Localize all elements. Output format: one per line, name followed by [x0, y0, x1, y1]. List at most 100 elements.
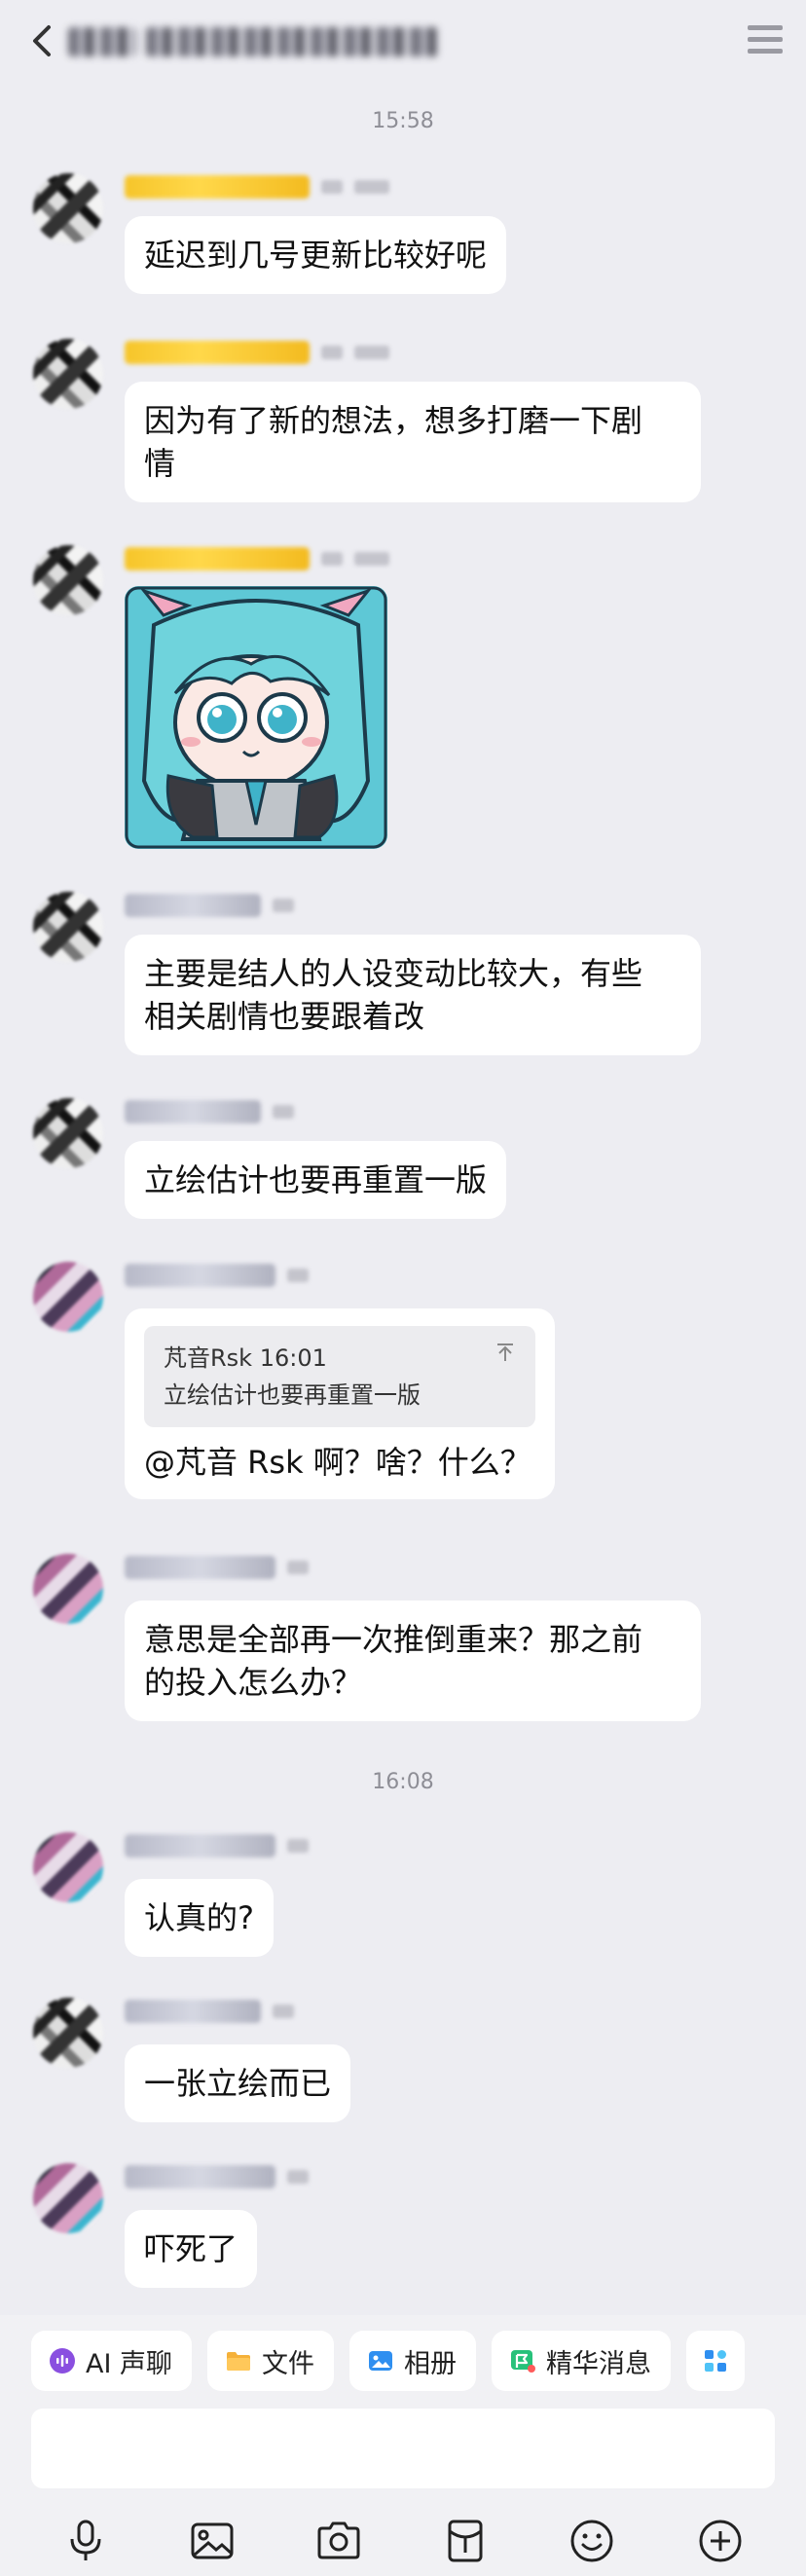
emoji-icon [570, 2520, 613, 2562]
message-text: 吓死了 [144, 2230, 238, 2267]
sender-title-badge[interactable] [125, 175, 310, 199]
message-text-line: 因为有了新的想法，想多打磨一下剧 [144, 402, 643, 439]
message-bubble[interactable]: 一张立绘而已 [125, 2044, 351, 2122]
chat-header [0, 0, 806, 82]
sender-meta [125, 1832, 309, 1859]
sender-level [273, 1105, 294, 1119]
voice-button[interactable] [60, 2516, 111, 2566]
album-button[interactable]: 相册 [349, 2331, 477, 2391]
album-icon [369, 2351, 393, 2371]
chip-label: 精华消息 [546, 2348, 652, 2379]
apps-grid-icon [705, 2350, 727, 2372]
avatar[interactable] [33, 1554, 103, 1624]
sender-meta [125, 1262, 309, 1289]
back-button[interactable] [23, 19, 62, 62]
sender-meta [125, 2163, 309, 2190]
red-packet-icon [448, 2520, 483, 2562]
title-blurred-name [146, 27, 438, 56]
sender-level [321, 552, 343, 566]
sender-meta [125, 173, 389, 201]
image-message[interactable] [125, 586, 387, 849]
plus-circle-icon [699, 2520, 742, 2562]
message-bubble[interactable]: 延迟到几号更新比较好呢 [125, 216, 507, 294]
message-input[interactable] [31, 2409, 775, 2488]
sender-name[interactable] [125, 1834, 275, 1858]
message-text-line: 意思是全部再一次推倒重来？那之前 [144, 1621, 643, 1658]
sender-meta [125, 1998, 294, 2025]
ai-voice-chat-button[interactable]: AI 声聊 [31, 2331, 193, 2391]
avatar[interactable] [33, 2163, 103, 2233]
sender-level [287, 1839, 309, 1853]
sender-meta [125, 1554, 309, 1581]
time-divider: 15:58 [372, 109, 434, 133]
avatar[interactable] [33, 545, 103, 615]
quote-text: 立绘估计也要再重置一版 [164, 1381, 421, 1409]
more-apps-button[interactable] [686, 2331, 746, 2391]
camera-button[interactable] [313, 2516, 364, 2566]
sender-level [321, 180, 343, 194]
red-packet-button[interactable] [440, 2516, 491, 2566]
sender-name[interactable] [125, 2000, 261, 2023]
message-bubble[interactable]: 立绘估计也要再重置一版 [125, 1141, 507, 1219]
image-button[interactable] [187, 2516, 238, 2566]
message-bubble[interactable]: 芃音Rsk 16:01 立绘估计也要再重置一版 @芃音 Rsk 啊？啥？什么？ [125, 1308, 555, 1499]
message-bubble[interactable]: 吓死了 [125, 2210, 258, 2288]
avatar[interactable] [33, 1262, 103, 1332]
sender-level [287, 1269, 309, 1282]
avatar[interactable] [33, 1098, 103, 1168]
sender-level [273, 2005, 294, 2018]
sender-meta [125, 1098, 294, 1125]
sender-title-badge[interactable] [125, 547, 310, 570]
menu-button[interactable] [748, 25, 783, 56]
essence-flag-icon [511, 2350, 536, 2373]
anime-sticker-image [125, 586, 387, 849]
quoted-message[interactable]: 芃音Rsk 16:01 立绘估计也要再重置一版 [144, 1326, 535, 1427]
message-text: 立绘估计也要再重置一版 [144, 1161, 488, 1198]
ai-voice-icon [50, 2348, 75, 2374]
message-text-line: 相关剧情也要跟着改 [144, 998, 425, 1035]
quick-actions: AI 声聊 文件 相册 精华消息 [31, 2331, 746, 2391]
sender-meta [125, 545, 389, 572]
file-button[interactable]: 文件 [207, 2331, 335, 2391]
folder-icon [227, 2352, 251, 2371]
message-bubble[interactable]: 意思是全部再一次推倒重来？那之前 的投入怎么办？ [125, 1601, 701, 1721]
chip-label: 文件 [262, 2348, 315, 2379]
sender-name[interactable] [125, 1100, 261, 1123]
message-bubble[interactable]: 因为有了新的想法，想多打磨一下剧 情 [125, 382, 701, 502]
message-bubble[interactable]: 认真的? [125, 1879, 274, 1957]
chip-label: 相册 [404, 2348, 458, 2379]
more-button[interactable] [695, 2516, 746, 2566]
message-text: 认真的? [144, 1899, 254, 1936]
message-bubble[interactable]: 主要是结人的人设变动比较大，有些 相关剧情也要跟着改 [125, 935, 701, 1055]
essence-messages-button[interactable]: 精华消息 [492, 2331, 672, 2391]
quote-header: 芃音Rsk 16:01 [164, 1344, 327, 1372]
avatar[interactable] [33, 339, 103, 409]
sender-name[interactable] [125, 894, 261, 917]
avatar[interactable] [33, 892, 103, 962]
sender-name [354, 552, 389, 566]
sender-name[interactable] [125, 1556, 275, 1579]
time-divider: 16:08 [372, 1770, 434, 1794]
avatar[interactable] [33, 1832, 103, 1902]
emoji-button[interactable] [567, 2516, 617, 2566]
bottom-toolbar [0, 2506, 806, 2576]
chevron-left-icon [33, 25, 51, 56]
sender-level [321, 346, 343, 359]
input-panel: AI 声聊 文件 相册 精华消息 [0, 2315, 806, 2576]
sender-meta [125, 892, 294, 919]
chip-label: AI 声聊 [86, 2348, 173, 2379]
image-icon [191, 2522, 234, 2559]
title-blurred-prefix [68, 27, 136, 56]
sender-name[interactable] [125, 1264, 275, 1287]
avatar[interactable] [33, 1998, 103, 2068]
jump-to-original-icon[interactable] [495, 1342, 516, 1363]
chat-title [68, 25, 458, 58]
sender-title-badge[interactable] [125, 341, 310, 364]
sender-level [287, 1561, 309, 1574]
avatar[interactable] [33, 173, 103, 243]
camera-icon [317, 2521, 360, 2559]
sender-name [354, 346, 389, 359]
sender-name[interactable] [125, 2165, 275, 2189]
message-text: @芃音 Rsk 啊？啥？什么？ [144, 1444, 531, 1481]
microphone-icon [70, 2520, 101, 2560]
